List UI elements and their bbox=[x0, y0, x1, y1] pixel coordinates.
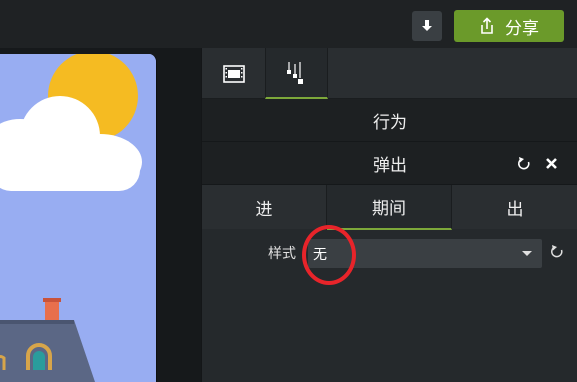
tab-behaviors[interactable] bbox=[265, 48, 328, 99]
tab-out[interactable]: 出 bbox=[452, 185, 577, 230]
highlight-annotation-circle bbox=[302, 225, 356, 285]
tab-visual-properties[interactable] bbox=[202, 48, 265, 99]
effect-name: 弹出 bbox=[373, 155, 407, 176]
download-arrow-icon bbox=[422, 20, 432, 31]
scene-illustration bbox=[0, 54, 156, 382]
share-button[interactable]: 分享 bbox=[454, 10, 564, 42]
tab-in[interactable]: 进 bbox=[202, 185, 327, 230]
download-button[interactable] bbox=[412, 11, 442, 41]
properties-panel: 行为 弹出 进 期间 出 样式 无 bbox=[201, 48, 577, 382]
style-label: 样式 bbox=[268, 246, 296, 262]
top-toolbar: 分享 bbox=[0, 0, 577, 48]
animation-effects-icon bbox=[286, 61, 303, 84]
share-label: 分享 bbox=[505, 18, 539, 39]
phase-tabs: 进 期间 出 bbox=[202, 184, 577, 230]
chevron-down-icon bbox=[522, 251, 532, 256]
tab-during[interactable]: 期间 bbox=[327, 185, 452, 230]
canvas-preview[interactable] bbox=[0, 54, 157, 382]
close-icon[interactable] bbox=[545, 157, 558, 170]
reset-icon[interactable] bbox=[550, 244, 564, 258]
behavior-header: 行为 bbox=[202, 99, 577, 142]
behavior-title: 行为 bbox=[373, 112, 407, 133]
reset-icon[interactable] bbox=[517, 156, 531, 170]
panel-tabs bbox=[202, 48, 577, 99]
style-row: 样式 无 bbox=[202, 234, 577, 272]
effect-header: 弹出 bbox=[202, 142, 577, 184]
canvas-area bbox=[0, 48, 201, 382]
film-strip-icon bbox=[222, 64, 245, 83]
effect-actions bbox=[517, 142, 558, 184]
share-upload-icon bbox=[481, 17, 493, 34]
